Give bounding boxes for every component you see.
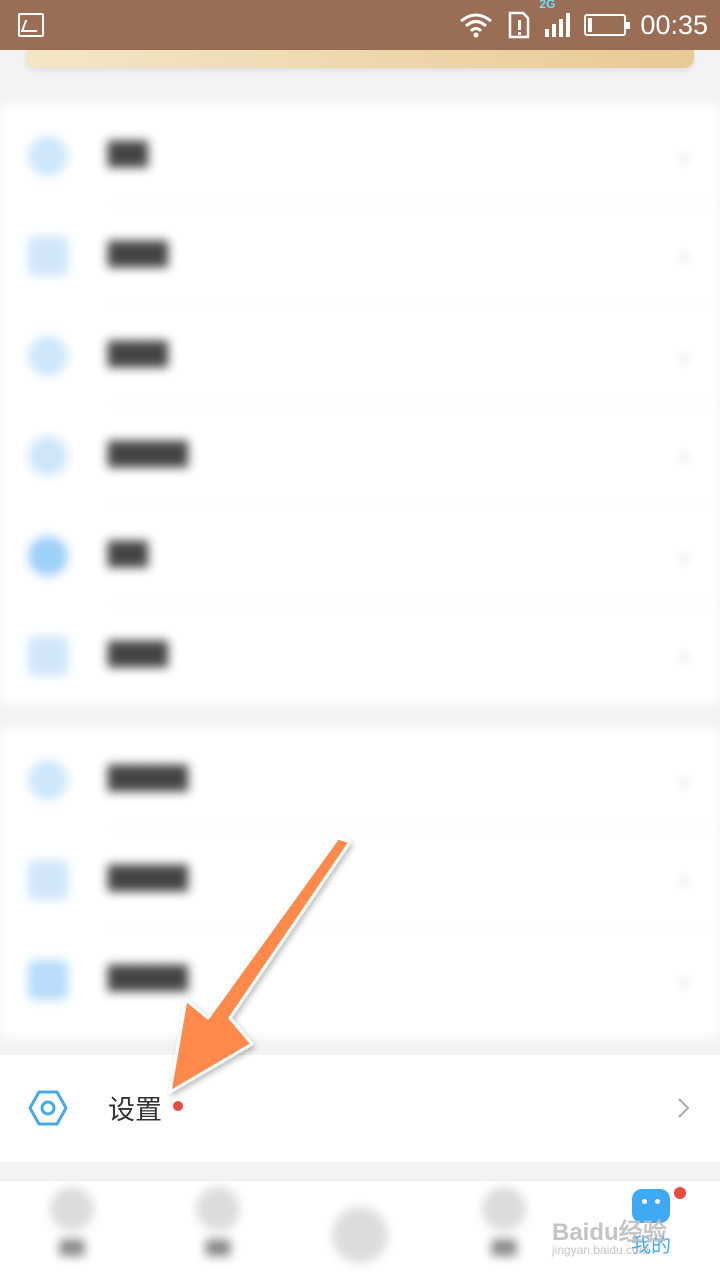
notification-dot [173, 1101, 183, 1111]
settings-row[interactable]: 设置 [0, 1055, 720, 1162]
list-item[interactable]: ▇▇▇ › [0, 304, 720, 404]
nav-center-button[interactable] [332, 1207, 388, 1263]
battery-icon [584, 14, 631, 36]
settings-label: 设置 [108, 1095, 162, 1126]
list-item[interactable]: ▇▇▇▇ › [0, 728, 720, 828]
sim-alert-icon [509, 11, 530, 39]
clock: 00:35 [640, 9, 708, 40]
list-item[interactable]: ▇▇ › [0, 104, 720, 204]
blurred-icon [28, 536, 68, 576]
member-card[interactable] [26, 50, 694, 68]
watermark-url: jingyan.baidu.com [552, 1243, 649, 1257]
watermark-brand: Baidu经验 [552, 1219, 667, 1246]
blurred-icon [28, 336, 68, 376]
blurred-icon [28, 636, 68, 676]
image-notification-icon [18, 13, 44, 37]
list-item[interactable]: ▇▇ › [0, 504, 720, 604]
settings-hexagon-icon [28, 1090, 68, 1126]
signal-group: 2G [539, 0, 571, 37]
nav-item[interactable]: ▇▇ [42, 1187, 102, 1256]
list-item[interactable]: ▇▇▇▇ › [0, 828, 720, 928]
status-icons: 2G 00:35 [459, 0, 708, 50]
nav-items-blurred: ▇▇ ▇▇ ▇▇ [0, 1181, 560, 1280]
network-type: 2G [539, 0, 556, 11]
blurred-icon [28, 760, 68, 800]
chevron-right-icon [678, 1098, 690, 1118]
nav-item[interactable]: ▇▇ [474, 1187, 534, 1256]
blurred-icon [28, 236, 68, 276]
blurred-icon [28, 860, 68, 900]
signal-icon [545, 13, 571, 37]
menu-group-blurred-2: ▇▇▇▇ › ▇▇▇▇ › ▇▇▇▇ › [0, 728, 720, 1038]
nav-item[interactable]: ▇▇ [188, 1187, 248, 1256]
menu-group-blurred-1: ▇▇ › ▇▇▇ › ▇▇▇ › ▇▇▇▇ › ▇▇ › ▇▇▇ › [0, 104, 720, 704]
list-item[interactable]: ▇▇▇▇ › [0, 928, 720, 1028]
list-item[interactable]: ▇▇▇ › [0, 604, 720, 704]
list-item[interactable]: ▇▇▇ › [0, 204, 720, 304]
blurred-icon [28, 436, 68, 476]
wifi-icon [460, 13, 493, 38]
blurred-icon [28, 960, 68, 1000]
notification-dot [674, 1187, 686, 1199]
list-item[interactable]: ▇▇▇▇ › [0, 404, 720, 504]
blurred-icon [28, 136, 68, 176]
status-bar: 2G 00:35 [0, 0, 720, 50]
